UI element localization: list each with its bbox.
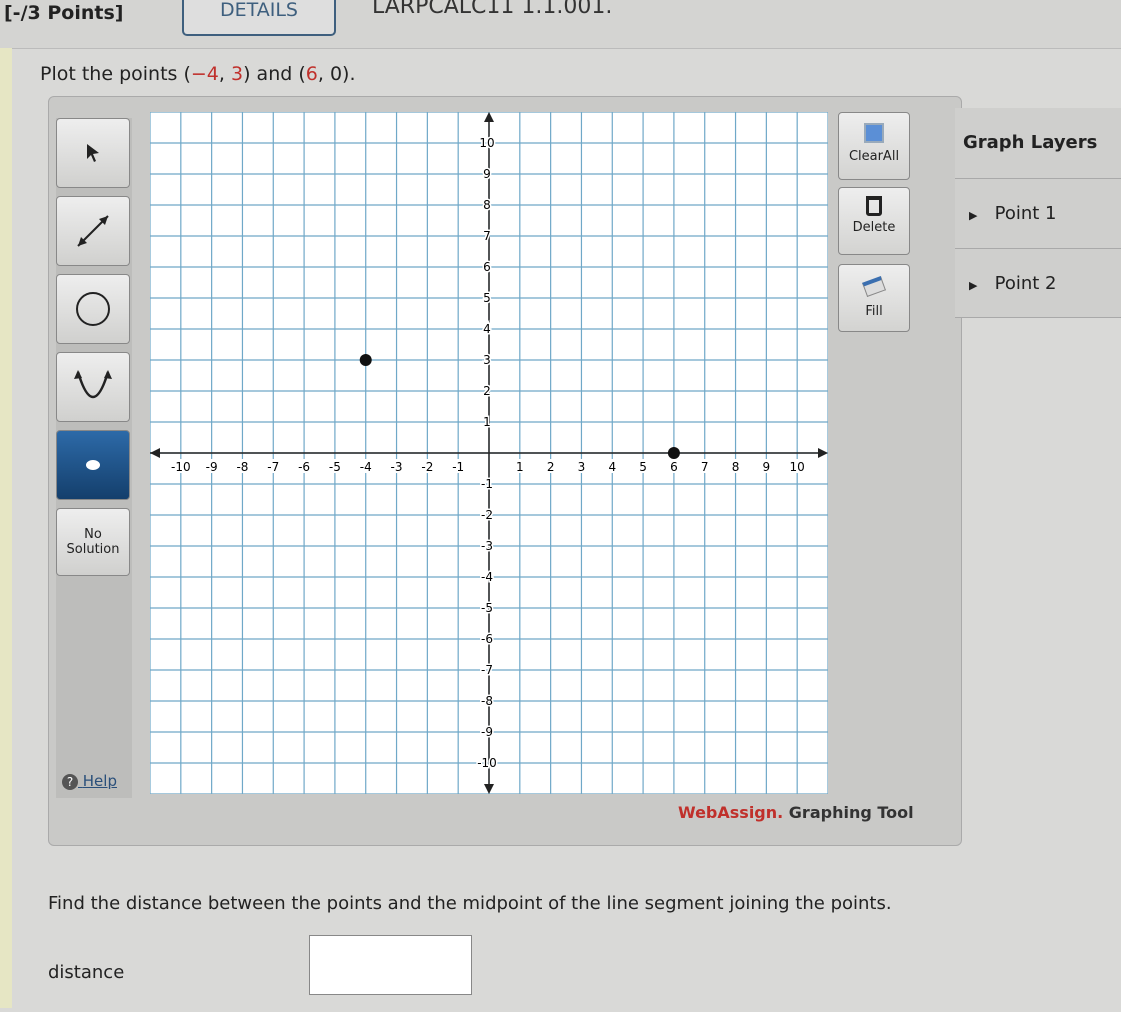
p2y: 0: [329, 63, 343, 85]
question-text: Find the distance between the points and…: [48, 893, 892, 914]
y-tick-label: -1: [481, 477, 493, 491]
layer-point-1[interactable]: ▶ Point 1: [955, 178, 1121, 248]
delete-button[interactable]: Delete: [838, 187, 910, 255]
fill-button[interactable]: Fill: [838, 264, 910, 332]
y-tick-label: -7: [481, 663, 493, 677]
brand: WebAssign.: [678, 803, 784, 822]
x-tick-label: -4: [360, 460, 372, 474]
x-tick-label: 10: [790, 460, 805, 474]
delete-label: Delete: [852, 220, 896, 235]
layer-label: Point 1: [994, 203, 1057, 224]
x-tick-label: -9: [206, 460, 218, 474]
parabola-icon: [74, 370, 112, 398]
y-tick-label: -10: [477, 756, 497, 770]
help-icon: ?: [62, 774, 78, 790]
y-tick-label: 5: [483, 291, 491, 305]
x-tick-label: 4: [608, 460, 616, 474]
x-tick-label: -6: [298, 460, 310, 474]
plotted-point: [667, 447, 680, 459]
details-button[interactable]: DETAILS: [182, 0, 336, 36]
clear-all-icon: [864, 123, 884, 143]
plotted-point: [359, 354, 372, 366]
x-tick-label: -5: [329, 460, 341, 474]
y-tick-label: -6: [481, 632, 493, 646]
y-tick-label: -3: [481, 539, 493, 553]
layer-label: Point 2: [994, 273, 1057, 294]
y-tick-label: -5: [481, 601, 493, 615]
point-tool-button[interactable]: [56, 430, 130, 500]
x-tick-label: -1: [452, 460, 464, 474]
x-tick-label: 9: [763, 460, 771, 474]
tool-palette: No Solution: [56, 118, 132, 798]
y-tick-label: 2: [483, 384, 491, 398]
fill-label: Fill: [865, 304, 883, 319]
distance-input[interactable]: [309, 935, 472, 995]
help-label: Help: [82, 772, 117, 790]
clear-all-button[interactable]: ClearAll: [838, 112, 910, 180]
parabola-tool-button[interactable]: [56, 352, 130, 422]
p1y: 3: [231, 63, 244, 85]
point-icon: [86, 460, 100, 470]
x-tick-label: 2: [547, 460, 555, 474]
y-tick-label: 10: [479, 136, 494, 150]
distance-label: distance: [48, 962, 125, 983]
x-tick-label: -7: [267, 460, 279, 474]
prompt-text: ).: [342, 63, 356, 85]
trash-icon: [866, 196, 882, 216]
credit-text: Graphing Tool: [783, 803, 914, 822]
line-tool-button[interactable]: [56, 196, 130, 266]
pointer-icon: [87, 144, 99, 162]
tool-credit: WebAssign. Graphing Tool: [678, 803, 914, 822]
y-tick-label: 9: [483, 167, 491, 181]
circle-tool-button[interactable]: [56, 274, 130, 344]
y-tick-label: -2: [481, 508, 493, 522]
prompt-text: Plot the points (: [40, 63, 191, 85]
question-prompt: Plot the points (−4, 3) and (6, 0).: [40, 63, 355, 85]
prompt-text: ) and (: [243, 63, 306, 85]
points-label: [-/3 Points]: [4, 2, 124, 24]
x-tick-label: -10: [171, 460, 191, 474]
x-tick-label: 7: [701, 460, 709, 474]
x-tick-label: 8: [732, 460, 740, 474]
y-tick-label: 4: [483, 322, 491, 336]
y-tick-label: 7: [483, 229, 491, 243]
p1x: −4: [190, 63, 219, 85]
x-tick-label: -2: [421, 460, 433, 474]
side-stripe: [0, 48, 12, 1008]
prompt-text: ,: [317, 63, 330, 85]
y-tick-label: 3: [483, 353, 491, 367]
prompt-text: ,: [218, 63, 231, 85]
graph-layers-panel: Graph Layers ▶ Point 1 ▶ Point 2: [955, 108, 1121, 318]
y-tick-label: 1: [483, 415, 491, 429]
x-tick-label: -3: [391, 460, 403, 474]
graph-canvas[interactable]: -10 -10 -9 -9 -8 -8 -7 -7 -6 -6 -5 -5 -4 -4 -3 -3 -2 -2 -1…: [150, 112, 828, 794]
problem-code: LARPCALC11 1.1.001.: [372, 0, 613, 19]
x-tick-label: -8: [236, 460, 248, 474]
line-icon: [77, 215, 109, 247]
x-tick-label: 6: [670, 460, 678, 474]
pointer-tool-button[interactable]: [56, 118, 130, 188]
y-tick-label: 8: [483, 198, 491, 212]
no-solution-button[interactable]: No Solution: [56, 508, 130, 576]
x-tick-label: 3: [578, 460, 586, 474]
y-tick-label: -4: [481, 570, 493, 584]
graph-layers-title: Graph Layers: [963, 132, 1098, 153]
y-tick-label: -9: [481, 725, 493, 739]
clear-all-label: ClearAll: [848, 149, 900, 164]
help-link[interactable]: ? Help: [62, 772, 117, 790]
y-tick-label: -8: [481, 694, 493, 708]
expand-arrow-icon: ▶: [969, 209, 978, 222]
p2x: 6: [305, 63, 318, 85]
circle-icon: [76, 292, 110, 326]
y-tick-label: 6: [483, 260, 491, 274]
expand-arrow-icon: ▶: [969, 279, 978, 292]
x-tick-label: 1: [516, 460, 524, 474]
x-tick-label: 5: [639, 460, 647, 474]
fill-bucket-icon: [862, 276, 886, 297]
layer-point-2[interactable]: ▶ Point 2: [955, 248, 1121, 318]
